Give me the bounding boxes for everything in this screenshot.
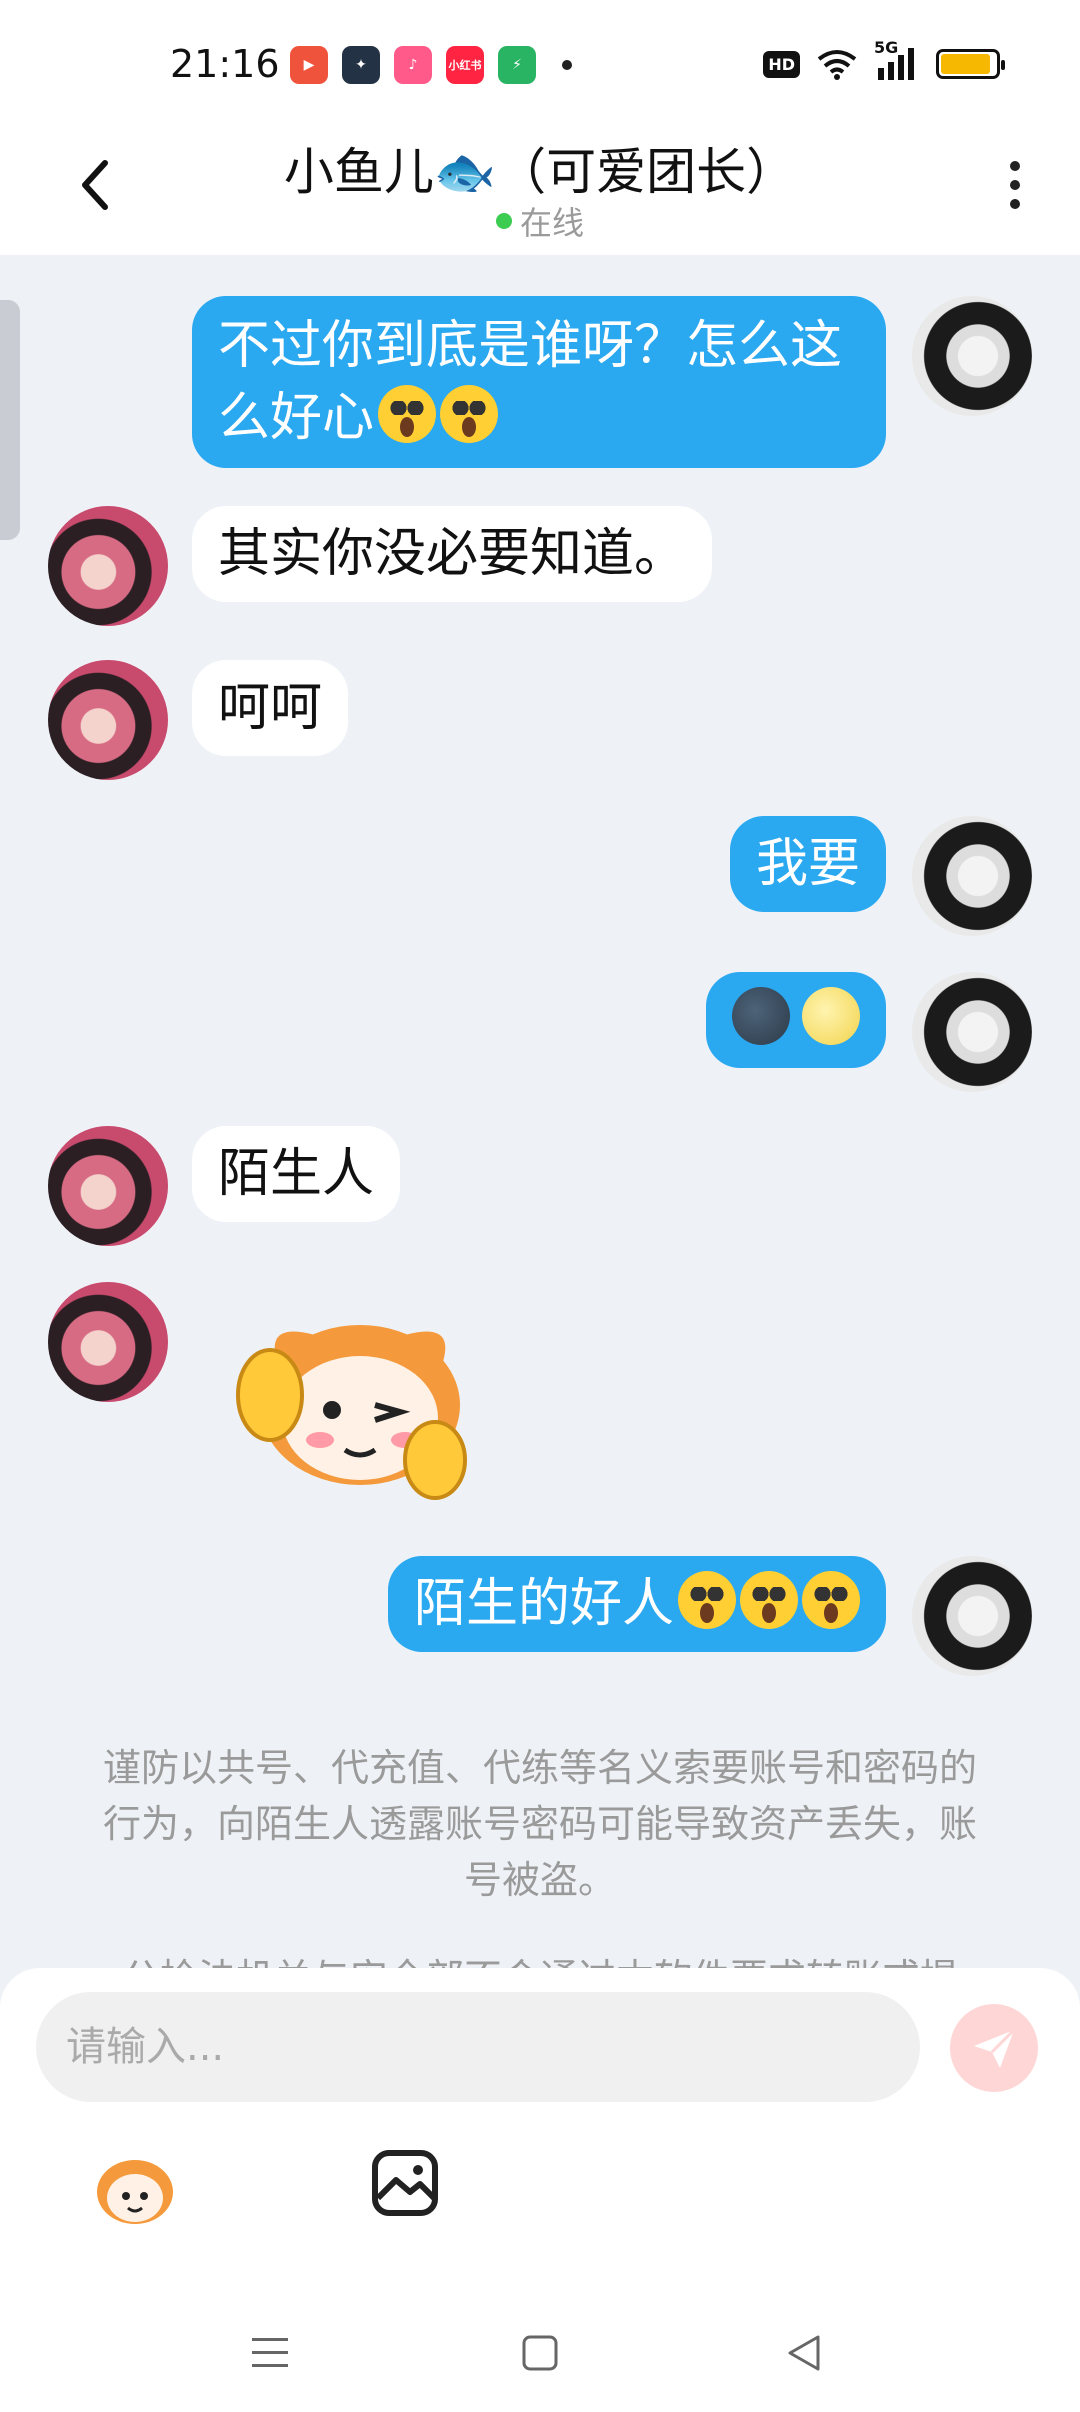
send-button[interactable] xyxy=(950,2004,1038,2092)
signal-icon: 5G xyxy=(874,38,920,82)
online-status: 在线 xyxy=(0,198,1080,244)
contact-avatar[interactable] xyxy=(48,1282,168,1402)
system-nav-bar xyxy=(0,2288,1080,2412)
message-bubble-mine[interactable]: 我要 xyxy=(729,816,886,912)
more-dot-icon xyxy=(1010,161,1020,171)
square-icon xyxy=(522,2335,558,2371)
my-avatar[interactable] xyxy=(912,1556,1032,1676)
message-bubble-theirs[interactable]: 其实你没必要知道。 xyxy=(192,506,713,602)
face-screaming-emoji-icon xyxy=(740,1571,798,1629)
menu-icon xyxy=(252,2338,288,2367)
notification-icons: ▶ ✦ ♪ 小红书 ⚡ xyxy=(290,46,572,84)
input-panel: 请输入... xyxy=(0,1968,1080,2288)
security-app-icon: ⚡ xyxy=(498,46,536,84)
face-screaming-emoji-icon xyxy=(378,385,437,443)
message-text: 其实你没必要知道。 xyxy=(218,524,687,584)
face-screaming-emoji-icon xyxy=(440,385,499,443)
new-moon-face-emoji-icon xyxy=(732,987,790,1045)
message-input[interactable]: 请输入... xyxy=(36,1992,920,2102)
triangle-back-icon xyxy=(788,2335,820,2371)
system-icons: HD 5G xyxy=(763,38,1005,82)
contact-avatar[interactable] xyxy=(48,1126,168,1246)
my-avatar[interactable] xyxy=(912,296,1032,416)
status-time: 21:16 xyxy=(170,42,280,86)
message-text: 呵呵 xyxy=(218,678,323,738)
status-bar: 21:16 ▶ ✦ ♪ 小红书 ⚡ HD 5G xyxy=(0,0,1080,120)
online-status-text: 在线 xyxy=(519,204,584,242)
contact-avatar[interactable] xyxy=(48,660,168,780)
my-avatar[interactable] xyxy=(912,816,1032,936)
xiaohongshu-label: 小红书 xyxy=(448,59,482,72)
message-text: 陌生的好人 xyxy=(413,1574,674,1634)
xiaohongshu-app-icon: 小红书 xyxy=(446,46,484,84)
face-screaming-emoji-icon xyxy=(678,1571,736,1629)
nav-back-button[interactable] xyxy=(774,2328,834,2378)
more-dot-icon xyxy=(1010,180,1020,190)
music-app-icon: ♪ xyxy=(394,46,432,84)
message-text: 我要 xyxy=(755,834,860,894)
battery-icon xyxy=(936,49,1005,79)
message-bubble-mine[interactable] xyxy=(706,972,886,1068)
nav-home-button[interactable] xyxy=(510,2328,570,2378)
message-bubble-theirs[interactable]: 呵呵 xyxy=(192,660,349,756)
message-bubble-mine[interactable]: 陌生的好人 xyxy=(387,1556,886,1652)
more-options-button[interactable] xyxy=(980,150,1050,220)
video-app-icon: ▶ xyxy=(290,46,328,84)
wifi-icon xyxy=(817,50,857,80)
full-moon-face-emoji-icon xyxy=(802,987,860,1045)
chat-title: 小鱼儿🐟（可爱团长） xyxy=(283,143,797,201)
more-notifications-dot xyxy=(562,60,572,70)
security-notice: 谨防以共号、代充值、代练等名义索要账号和密码的行为，向陌生人透露账号密码可能导致… xyxy=(102,1746,977,1902)
chat-header: 小鱼儿🐟（可爱团长） 在线 xyxy=(0,120,1080,255)
nav-menu-button[interactable] xyxy=(240,2328,300,2378)
message-text: 陌生人 xyxy=(218,1144,375,1204)
more-dot-icon xyxy=(1010,199,1020,209)
wink-ok-sticker[interactable] xyxy=(220,1300,480,1510)
contact-avatar[interactable] xyxy=(48,506,168,626)
paper-plane-icon xyxy=(974,2028,1016,2068)
message-bubble-mine[interactable]: 不过你到底是谁呀？怎么这么好心 xyxy=(192,296,886,468)
message-text: 不过你到底是谁呀？怎么这么好心 xyxy=(218,316,843,448)
game-app-icon: ✦ xyxy=(342,46,380,84)
hd-icon: HD xyxy=(763,50,800,78)
message-bubble-theirs[interactable]: 陌生人 xyxy=(192,1126,401,1222)
sticker-picker-icon[interactable] xyxy=(90,2148,180,2228)
face-screaming-emoji-icon xyxy=(802,1571,860,1629)
image-picker-icon[interactable] xyxy=(370,2148,440,2218)
scrollbar-thumb[interactable] xyxy=(0,300,20,540)
my-avatar[interactable] xyxy=(912,972,1032,1092)
online-dot-icon xyxy=(495,213,512,229)
